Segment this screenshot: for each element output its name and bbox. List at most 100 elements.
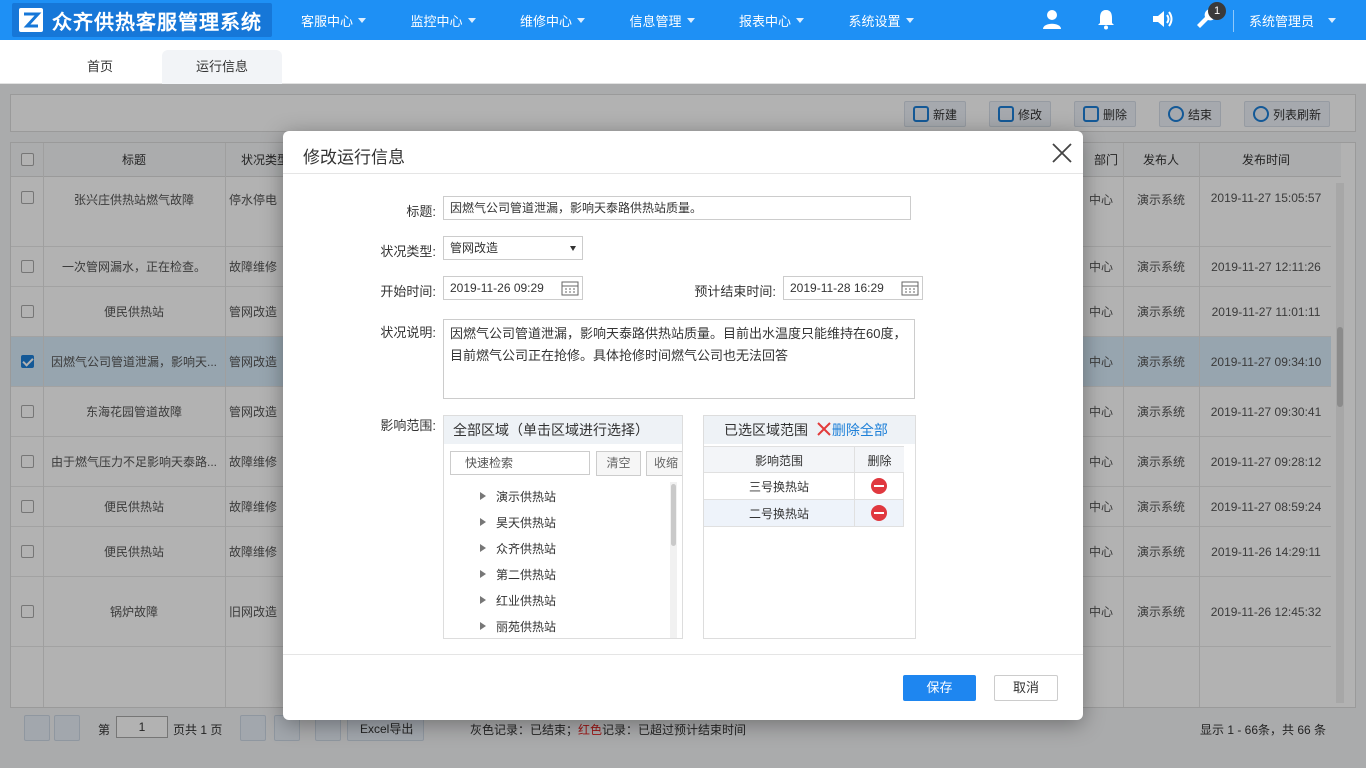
red-x-icon [817, 422, 831, 436]
end-time-input[interactable]: 2019-11-28 16:29 [783, 276, 923, 300]
expand-arrow-icon[interactable] [480, 492, 486, 500]
selected-region-row: 三号换热站 [704, 473, 904, 500]
menu-label: 信息管理 [629, 13, 682, 29]
edit-operation-info-dialog: 修改运行信息 标题: 因燃气公司管道泄漏，影响天泰路供热站质量。 状况类型: 管… [283, 131, 1083, 720]
chevron-down-icon [570, 246, 576, 251]
tree-item-label: 众齐供热站 [496, 541, 557, 556]
clear-button[interactable]: 清空 [596, 451, 641, 476]
user-profile-icon[interactable] [1039, 6, 1065, 32]
notification-badge: 1 [1208, 2, 1226, 20]
tree-item-label: 红业供热站 [496, 593, 557, 608]
menu-label: 监控中心 [410, 13, 463, 29]
delete-cell [854, 500, 904, 526]
tree-item[interactable]: 第二供热站 [480, 561, 556, 587]
selected-region-name: 二号换热站 [748, 506, 809, 521]
tree-item[interactable]: 昊天供热站 [480, 509, 556, 535]
menu-maintenance[interactable]: 维修中心 [511, 0, 621, 40]
divider [283, 654, 1083, 655]
quick-search-input[interactable]: 快速检索 [450, 451, 590, 475]
tree-item-label: 演示供热站 [496, 489, 557, 504]
chevron-down-icon [577, 18, 586, 23]
menu-monitoring[interactable]: 监控中心 [402, 0, 512, 40]
all-regions-panel: 全部区域（单击区域进行选择） 快速检索 清空 收缩 演示供热站昊天供热站众齐供热… [443, 415, 683, 639]
expand-arrow-icon[interactable] [480, 622, 486, 630]
tree-item-label: 昊天供热站 [496, 515, 557, 530]
menu-label: 系统设置 [848, 13, 901, 29]
close-icon[interactable] [1049, 140, 1075, 166]
cancel-button[interactable]: 取消 [994, 675, 1058, 701]
expand-arrow-icon[interactable] [480, 596, 486, 604]
logo-icon [19, 8, 43, 32]
scope-label: 影响范围: [380, 418, 436, 433]
remove-icon[interactable] [871, 505, 887, 521]
start-time-value: 2019-11-26 09:29 [450, 281, 544, 295]
scrollbar-thumb[interactable] [671, 484, 676, 546]
status-type-value: 管网改造 [450, 241, 499, 255]
expand-arrow-icon[interactable] [480, 518, 486, 526]
col-delete: 删除 [854, 447, 904, 473]
description-textarea[interactable]: 因燃气公司管道泄漏，影响天泰路供热站质量。目前出水温度只能维持在60度，目前燃气… [443, 319, 915, 399]
tab-operation-info[interactable]: 运行信息 [162, 50, 282, 84]
selected-regions-title: 已选区域范围 [724, 422, 808, 438]
divider [1233, 10, 1234, 32]
chevron-down-icon [686, 18, 695, 23]
divider [283, 173, 1083, 174]
save-button[interactable]: 保存 [903, 675, 976, 701]
bell-icon[interactable] [1093, 6, 1119, 32]
tab-bar: 首页 运行信息 [0, 40, 1366, 84]
col-scope: 影响范围 [754, 453, 803, 468]
start-time-label: 开始时间: [380, 284, 436, 299]
tree-item-label: 丽苑供热站 [496, 619, 557, 634]
selected-regions-panel: 已选区域范围 删除全部 影响范围 删除 三号换热站二号换热站 [703, 415, 916, 639]
dialog-title: 修改运行信息 [303, 148, 405, 167]
menu-label: 客服中心 [301, 13, 354, 29]
tree-item[interactable]: 众齐供热站 [480, 535, 556, 561]
delete-all-label: 删除全部 [831, 422, 888, 438]
end-time-value: 2019-11-28 16:29 [790, 281, 884, 295]
collapse-button[interactable]: 收缩 [646, 451, 682, 476]
speaker-icon[interactable] [1149, 6, 1175, 32]
app-logo[interactable]: 众齐供热客服管理系统 [12, 3, 272, 37]
tree-item[interactable]: 丽苑供热站 [480, 613, 557, 638]
remove-icon[interactable] [871, 478, 887, 494]
delete-cell [854, 473, 904, 499]
chevron-down-icon [905, 18, 914, 23]
tree-item[interactable]: 红业供热站 [480, 587, 556, 613]
menu-reports[interactable]: 报表中心 [730, 0, 840, 40]
menu-label: 报表中心 [739, 13, 792, 29]
calendar-icon[interactable] [561, 280, 579, 296]
expand-arrow-icon[interactable] [480, 544, 486, 552]
delete-all-button[interactable]: 删除全部 [816, 422, 888, 438]
tree-scrollbar[interactable] [670, 482, 677, 638]
chevron-down-icon [358, 18, 367, 23]
user-name: 系统管理员 [1249, 13, 1315, 29]
menu-customer-service[interactable]: 客服中心 [292, 0, 402, 40]
user-menu[interactable]: 系统管理员 [1249, 0, 1337, 40]
main-menu: 客服中心 监控中心 维修中心 信息管理 报表中心 系统设置 [292, 0, 949, 40]
status-type-label: 状况类型: [380, 244, 436, 259]
tree-item[interactable]: 演示供热站 [480, 483, 556, 509]
menu-label: 维修中心 [520, 13, 573, 29]
calendar-icon[interactable] [901, 280, 919, 296]
selected-region-name: 三号换热站 [748, 479, 809, 494]
start-time-input[interactable]: 2019-11-26 09:29 [443, 276, 583, 300]
description-label: 状况说明: [380, 325, 436, 340]
expand-arrow-icon[interactable] [480, 570, 486, 578]
chevron-down-icon [796, 18, 805, 23]
tab-home[interactable]: 首页 [40, 50, 160, 84]
chevron-down-icon [1328, 18, 1337, 23]
title-label: 标题: [406, 204, 436, 219]
chevron-down-icon [467, 18, 476, 23]
table-header-row: 影响范围 删除 [704, 446, 904, 473]
status-type-select[interactable]: 管网改造 [443, 236, 583, 260]
tree-item-label: 第二供热站 [496, 567, 557, 582]
selected-regions-header: 已选区域范围 删除全部 [704, 416, 915, 444]
menu-settings[interactable]: 系统设置 [840, 0, 950, 40]
all-regions-header: 全部区域（单击区域进行选择） [444, 416, 682, 444]
title-input[interactable]: 因燃气公司管道泄漏，影响天泰路供热站质量。 [443, 196, 911, 220]
menu-information[interactable]: 信息管理 [621, 0, 731, 40]
end-time-label: 预计结束时间: [694, 284, 776, 299]
top-navigation-bar: 众齐供热客服管理系统 客服中心 监控中心 维修中心 信息管理 报表中心 系统设置… [0, 0, 1366, 40]
app-title: 众齐供热客服管理系统 [52, 11, 262, 34]
selected-region-row: 二号换热站 [704, 500, 904, 527]
